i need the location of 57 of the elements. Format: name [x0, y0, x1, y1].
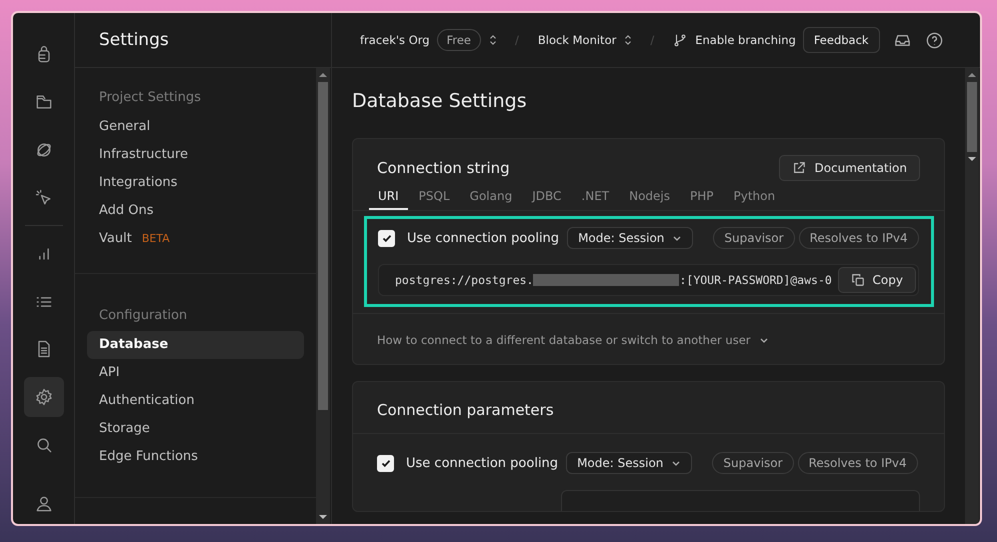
- feedback-button[interactable]: Feedback: [802, 27, 880, 53]
- tab[interactable]: JDBC: [523, 187, 570, 210]
- documentation-button[interactable]: Documentation: [779, 155, 920, 181]
- tab[interactable]: Nodejs: [620, 187, 680, 210]
- breadcrumb-separator: /: [650, 33, 654, 47]
- sidebar-item[interactable]: Database: [87, 331, 304, 359]
- scrollbar[interactable]: [965, 68, 979, 524]
- mode-dropdown[interactable]: Mode: Session: [567, 227, 694, 249]
- tab[interactable]: Python: [724, 187, 784, 210]
- mode-dropdown[interactable]: Mode: Session: [566, 452, 692, 474]
- tab[interactable]: PHP: [681, 187, 723, 210]
- scrollbar[interactable]: [316, 68, 330, 524]
- card-title: Connection parameters: [377, 401, 554, 419]
- tab[interactable]: .NET: [572, 187, 618, 210]
- sidebar-item[interactable]: Integrations: [87, 169, 304, 197]
- tag: Supavisor: [713, 227, 795, 249]
- section-heading: Configuration: [98, 308, 188, 323]
- branch-icon: [673, 33, 688, 47]
- org-name[interactable]: fracek's Org: [360, 33, 430, 47]
- card-title: Connection string: [377, 159, 510, 177]
- sidebar-item[interactable]: General: [87, 113, 304, 141]
- plan-badge: Free: [436, 29, 481, 51]
- tag: Resolves to IPv4: [798, 452, 918, 474]
- tag: Supavisor: [712, 452, 794, 474]
- beta-label: BETA: [142, 232, 170, 245]
- sidebar-item[interactable]: Edge Functions: [87, 443, 304, 471]
- chevrons-icon[interactable]: [623, 33, 634, 47]
- sidebar-item[interactable]: Vault BETA: [87, 225, 304, 253]
- project-name[interactable]: Block Monitor: [538, 33, 616, 47]
- sidebar-item[interactable]: Storage: [87, 415, 304, 443]
- sidebar-title: Settings: [99, 30, 169, 50]
- page-title: Database Settings: [352, 90, 528, 112]
- sidebar-item[interactable]: API: [87, 359, 304, 387]
- checkbox[interactable]: [378, 230, 395, 246]
- section-heading: Project Settings: [98, 90, 202, 105]
- help-link[interactable]: How to connect to a different database or switch to another user: [377, 333, 769, 347]
- help-icon[interactable]: [924, 30, 944, 50]
- connection-uri-field: postgres://postgres. :[YOUR-PASSWORD]@aws-0 Copy: [378, 264, 919, 296]
- tab[interactable]: Golang: [460, 187, 522, 210]
- enable-branching-button[interactable]: Enable branching: [673, 33, 796, 47]
- settings-button[interactable]: [24, 377, 64, 417]
- checkbox-label: Use connection pooling: [407, 230, 560, 246]
- tag: Resolves to IPv4: [798, 227, 919, 249]
- sidebar-item[interactable]: Infrastructure: [87, 141, 304, 169]
- breadcrumb-separator: /: [514, 33, 519, 47]
- copy-button[interactable]: Copy: [838, 267, 916, 293]
- settings-icon: [34, 387, 54, 408]
- user-icon: [34, 494, 54, 514]
- external-link-icon: [792, 161, 806, 175]
- tab[interactable]: PSQL: [410, 187, 459, 210]
- checkbox[interactable]: [377, 454, 394, 472]
- tab[interactable]: URI: [369, 187, 408, 210]
- sidebar-item[interactable]: Add Ons: [87, 197, 304, 225]
- checkbox-label: Use connection pooling: [406, 456, 558, 470]
- sidebar-item[interactable]: Authentication: [87, 387, 304, 415]
- copy-icon: [850, 273, 865, 287]
- chevrons-icon[interactable]: [488, 33, 498, 47]
